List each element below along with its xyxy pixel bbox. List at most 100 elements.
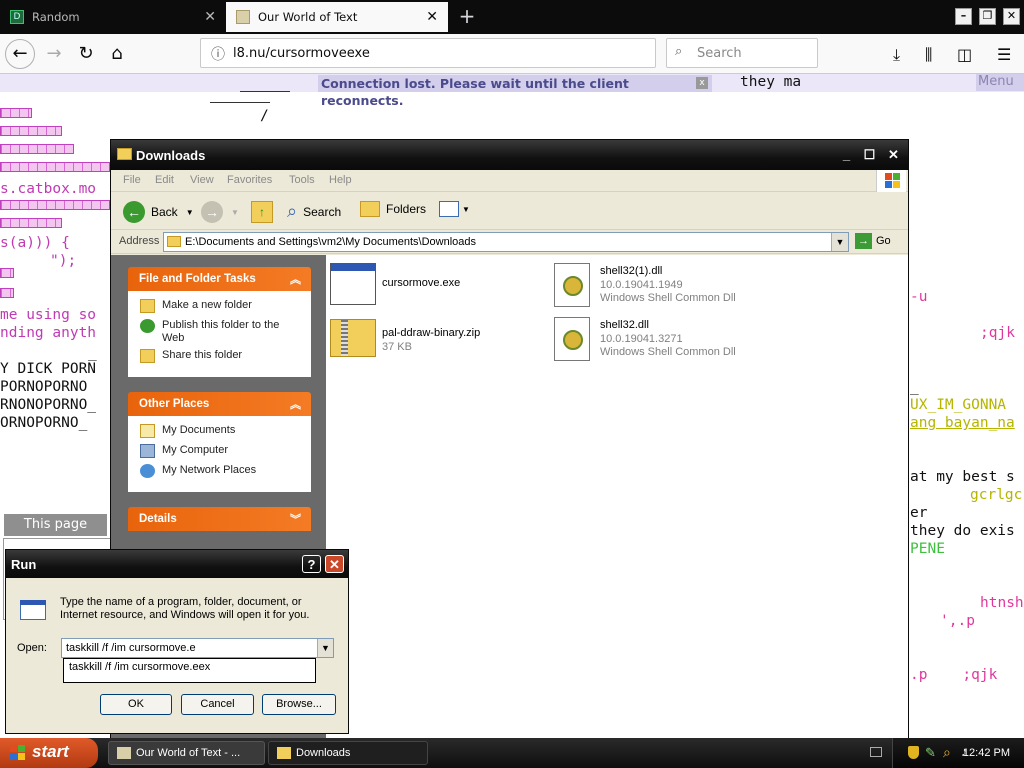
- folder-icon: [167, 236, 181, 247]
- close-window-button[interactable]: ✕: [1003, 8, 1020, 25]
- reload-button[interactable]: ↻: [72, 40, 100, 68]
- new-tab-button[interactable]: +: [455, 3, 479, 29]
- text-fragment: s(a))) {: [0, 235, 70, 251]
- security-shield-icon[interactable]: [908, 746, 919, 759]
- folder-icon: [277, 747, 291, 759]
- minimize-button[interactable]: _: [837, 146, 856, 164]
- taskbar-item-downloads[interactable]: Downloads: [268, 741, 428, 765]
- forward-button[interactable]: →: [40, 40, 68, 68]
- library-icon[interactable]: ⫼: [925, 45, 932, 65]
- menu-file[interactable]: File: [123, 174, 141, 186]
- file-name: cursormove.exe: [382, 277, 461, 289]
- ascii-slash: /: [260, 108, 269, 124]
- close-tab-icon[interactable]: ✕: [426, 9, 438, 25]
- download-icon[interactable]: ⤓: [893, 45, 900, 65]
- share-folder-link[interactable]: Share this folder: [140, 349, 242, 363]
- menu-help[interactable]: Help: [329, 174, 352, 186]
- file-folder-tasks-header[interactable]: File and Folder Tasks ︽: [128, 267, 311, 291]
- cancel-button[interactable]: Cancel: [181, 694, 254, 715]
- this-page-tab[interactable]: This page: [4, 514, 107, 536]
- my-computer-link[interactable]: My Computer: [140, 444, 228, 458]
- network-places-icon: [140, 464, 155, 478]
- views-icon: [439, 201, 459, 217]
- search-input[interactable]: ⌕ Search: [666, 38, 818, 68]
- home-button[interactable]: ⌂: [103, 40, 131, 68]
- autocomplete-dropdown[interactable]: taskkill /f /im cursormove.eex: [63, 658, 316, 683]
- browse-button[interactable]: Browse...: [262, 694, 336, 715]
- run-command-input[interactable]: taskkill /f /im cursormove.e ▼: [61, 638, 334, 658]
- publish-folder-link[interactable]: Publish this folder to the Web: [140, 319, 300, 345]
- file-item[interactable]: shell32(1).dll 10.0.19041.1949 Windows S…: [554, 263, 854, 309]
- menu-edit[interactable]: Edit: [155, 174, 174, 186]
- my-documents-link[interactable]: My Documents: [140, 424, 235, 438]
- back-button[interactable]: ← Back ▼: [123, 201, 194, 223]
- keyboard-icon[interactable]: [870, 747, 882, 757]
- other-places-header[interactable]: Other Places ︽: [128, 392, 311, 416]
- my-network-places-link[interactable]: My Network Places: [140, 464, 256, 478]
- url-text: l8.nu/cursormoveexe: [233, 46, 370, 61]
- go-button[interactable]: → Go: [855, 233, 891, 249]
- system-tray: ✎ ⌕ ♪ 12:42 PM: [892, 738, 1024, 768]
- menu-button[interactable]: Menu: [976, 74, 1024, 91]
- close-message-button[interactable]: x: [696, 77, 708, 89]
- search-button[interactable]: ⌕ Search: [287, 201, 341, 222]
- search-icon: ⌕: [287, 201, 298, 221]
- text-fragment: UX_IM_GONNA: [910, 397, 1007, 413]
- explorer-menu-bar: File Edit View Favorites Tools Help: [111, 170, 908, 192]
- tab-label: Our World of Text: [258, 10, 358, 24]
- forward-arrow-icon: →: [201, 201, 223, 223]
- chevron-down-icon: ▼: [231, 207, 239, 217]
- folders-button[interactable]: Folders: [360, 201, 426, 217]
- command-text: taskkill /f /im cursormove.e: [66, 642, 196, 654]
- publish-web-icon: [140, 319, 155, 333]
- task-label: Make a new folder: [162, 299, 252, 311]
- ok-button[interactable]: OK: [100, 694, 172, 715]
- chevron-down-icon[interactable]: ▼: [831, 233, 848, 251]
- menu-view[interactable]: View: [190, 174, 214, 186]
- file-description: Windows Shell Common Dll: [600, 346, 736, 358]
- menu-tools[interactable]: Tools: [289, 174, 315, 186]
- my-computer-icon: [140, 444, 155, 458]
- details-header[interactable]: Details ︾: [128, 507, 311, 531]
- menu-favorites[interactable]: Favorites: [227, 174, 272, 186]
- url-bar[interactable]: ⓘ l8.nu/cursormoveexe: [200, 38, 656, 68]
- up-folder-button[interactable]: ↑: [251, 201, 273, 223]
- browser-icon: [117, 747, 131, 759]
- back-button[interactable]: ←: [5, 39, 35, 69]
- restore-window-button[interactable]: ❐: [979, 8, 996, 25]
- page-favicon-icon: [236, 10, 250, 24]
- file-item[interactable]: pal-ddraw-binary.zip 37 KB: [330, 317, 530, 363]
- task-label: Share this folder: [162, 349, 243, 361]
- run-title-bar[interactable]: Run ? ✕: [6, 550, 348, 578]
- help-button[interactable]: ?: [302, 555, 321, 573]
- file-item[interactable]: shell32.dll 10.0.19041.3271 Windows Shel…: [554, 317, 854, 363]
- tab-random[interactable]: D Random ✕: [0, 2, 226, 32]
- pixel-block: [0, 144, 74, 154]
- make-new-folder-link[interactable]: Make a new folder: [140, 299, 252, 313]
- network-icon[interactable]: ✎: [925, 745, 936, 761]
- address-input[interactable]: E:\Documents and Settings\vm2\My Documen…: [163, 232, 849, 252]
- maximize-button[interactable]: ☐: [860, 146, 879, 164]
- close-tab-icon[interactable]: ✕: [204, 9, 216, 25]
- autocomplete-item[interactable]: taskkill /f /im cursormove.eex: [69, 661, 210, 673]
- explorer-title-bar[interactable]: Downloads _ ☐ ✕: [111, 140, 908, 170]
- connection-lost-message: Connection lost. Please wait until the c…: [318, 75, 712, 108]
- chevron-down-icon[interactable]: ▼: [317, 639, 333, 657]
- taskbar-item-world-of-text[interactable]: Our World of Text - ...: [108, 741, 265, 765]
- start-button[interactable]: start: [0, 738, 98, 768]
- task-label: Our World of Text - ...: [136, 747, 241, 759]
- sidebar-icon[interactable]: ◫: [957, 45, 972, 64]
- close-button[interactable]: ✕: [325, 555, 344, 573]
- close-button[interactable]: ✕: [884, 146, 903, 164]
- search-icon[interactable]: ⌕: [943, 744, 951, 761]
- forward-button[interactable]: → ▼: [201, 201, 239, 223]
- views-button[interactable]: ▼: [439, 201, 470, 217]
- text-fragment: .p ;qjk: [910, 667, 998, 683]
- folders-icon: [360, 201, 380, 217]
- hamburger-menu-icon[interactable]: ☰: [997, 45, 1011, 64]
- tab-our-world-of-text[interactable]: Our World of Text ✕: [226, 2, 448, 32]
- explorer-toolbar: ← Back ▼ → ▼ ↑ ⌕ Search Folders ▼: [111, 192, 908, 230]
- file-name: pal-ddraw-binary.zip: [382, 327, 481, 339]
- file-item[interactable]: cursormove.exe: [330, 263, 530, 309]
- minimize-window-button[interactable]: –: [955, 8, 972, 25]
